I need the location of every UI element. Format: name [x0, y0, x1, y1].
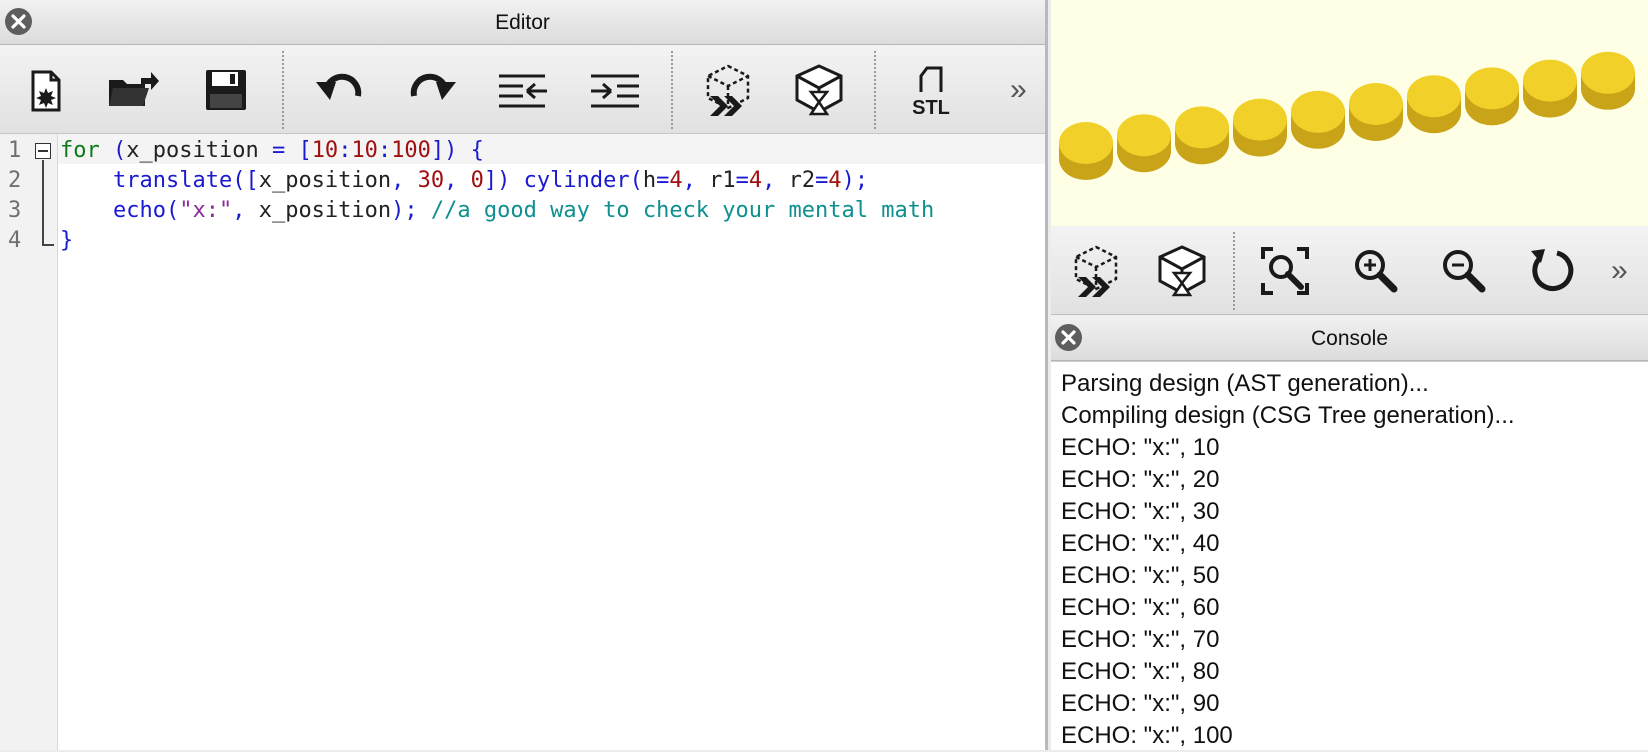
line-number: 1 [8, 138, 22, 163]
code-line-3: echo("x:", x_position); //a good way to … [112, 198, 935, 223]
zoom-in-button[interactable] [1345, 240, 1407, 302]
code-editor[interactable]: 1 2 3 4 for (x_position = [10:10:100]) {… [0, 134, 1045, 750]
console-output[interactable]: Parsing design (AST generation)... Compil… [1051, 361, 1648, 750]
open-file-button[interactable] [102, 59, 164, 121]
stl-label: STL [912, 97, 950, 118]
console-line: ECHO: "x:", 90 [1061, 690, 1220, 717]
redo-icon [410, 73, 456, 100]
console-titlebar: Console [1051, 316, 1648, 361]
editor-titlebar: Editor [0, 0, 1045, 45]
fold-toggle-icon[interactable] [35, 143, 51, 159]
zoom-out-icon [1443, 250, 1486, 293]
editor-panel: Editor STL » 1 2 3 4 for (x_position = [… [0, 0, 1048, 750]
cylinder-mesh [1523, 59, 1577, 118]
undo-icon [316, 73, 362, 100]
console-line: ECHO: "x:", 80 [1061, 658, 1220, 685]
viewer-render-button[interactable] [1151, 240, 1213, 302]
code-line-4: } [60, 228, 74, 253]
reset-view-icon [1531, 249, 1574, 291]
save-icon [206, 70, 246, 110]
line-number: 2 [8, 168, 22, 193]
export-stl-button[interactable]: STL [900, 59, 962, 121]
line-number-gutter: 1 2 3 4 [0, 134, 58, 750]
3d-viewport[interactable] [1051, 0, 1648, 226]
console-title: Console [1310, 327, 1389, 350]
cylinder-mesh [1233, 98, 1287, 157]
toolbar-separator [671, 51, 673, 129]
editor-toolbar: STL » [0, 45, 1045, 134]
cylinder-mesh [1175, 106, 1229, 165]
unindent-button[interactable] [492, 59, 554, 121]
indent-button[interactable] [584, 59, 646, 121]
preview-icon [706, 64, 750, 116]
new-file-button[interactable] [14, 59, 76, 121]
console-line: Parsing design (AST generation)... [1061, 370, 1429, 397]
reset-view-button[interactable] [1522, 240, 1584, 302]
unindent-icon [499, 74, 547, 108]
save-file-button[interactable] [195, 59, 257, 121]
preview-icon [1074, 245, 1118, 297]
indent-icon [591, 74, 639, 108]
cylinder-mesh [1581, 51, 1635, 110]
folder-open-icon [109, 72, 159, 106]
toolbar-overflow-button[interactable]: » [1010, 73, 1027, 107]
stl-export-icon: STL [912, 66, 950, 118]
undo-button[interactable] [309, 59, 371, 121]
zoom-in-icon [1355, 250, 1398, 293]
console-line: ECHO: "x:", 20 [1061, 466, 1220, 493]
line-number: 4 [8, 228, 22, 253]
toolbar-separator [282, 51, 284, 129]
console-panel: Console Parsing design (AST generation).… [1051, 316, 1648, 750]
toolbar-separator [1233, 232, 1235, 310]
editor-title: Editor [495, 11, 550, 34]
cylinder-mesh [1291, 90, 1345, 149]
render-icon [795, 64, 843, 116]
console-line: ECHO: "x:", 60 [1061, 594, 1220, 621]
zoom-out-button[interactable] [1433, 240, 1495, 302]
view-all-icon [1261, 247, 1309, 295]
new-file-icon [31, 70, 61, 112]
console-line: ECHO: "x:", 70 [1061, 626, 1220, 653]
render-button[interactable] [788, 59, 850, 121]
viewer-toolbar: » [1051, 226, 1648, 315]
viewer-preview-button[interactable] [1065, 240, 1127, 302]
code-line-1: for (x_position = [10:10:100]) { [60, 138, 484, 163]
fold-guide-end [42, 244, 54, 246]
code-line-2: translate([x_position, 30, 0]) cylinder(… [112, 168, 869, 193]
cylinder-mesh [1349, 83, 1403, 141]
console-line: ECHO: "x:", 40 [1061, 530, 1220, 557]
view-all-button[interactable] [1254, 240, 1316, 302]
console-line: ECHO: "x:", 50 [1061, 562, 1220, 589]
redo-button[interactable] [401, 59, 463, 121]
toolbar-separator [874, 51, 876, 129]
cylinder-mesh [1059, 122, 1113, 180]
cylinder-mesh [1465, 67, 1519, 126]
console-line: ECHO: "x:", 30 [1061, 498, 1220, 525]
console-line: ECHO: "x:", 100 [1061, 722, 1233, 749]
preview-button[interactable] [697, 59, 759, 121]
render-icon [1158, 245, 1206, 297]
console-line: Compiling design (CSG Tree generation)..… [1061, 402, 1515, 429]
cylinder-mesh [1407, 75, 1461, 134]
line-number: 3 [8, 198, 22, 223]
console-line: ECHO: "x:", 10 [1061, 434, 1220, 461]
fold-guide [42, 160, 44, 246]
cylinder-mesh [1117, 114, 1171, 173]
rendered-model [1059, 51, 1635, 180]
viewer-toolbar-overflow-button[interactable]: » [1611, 254, 1628, 288]
